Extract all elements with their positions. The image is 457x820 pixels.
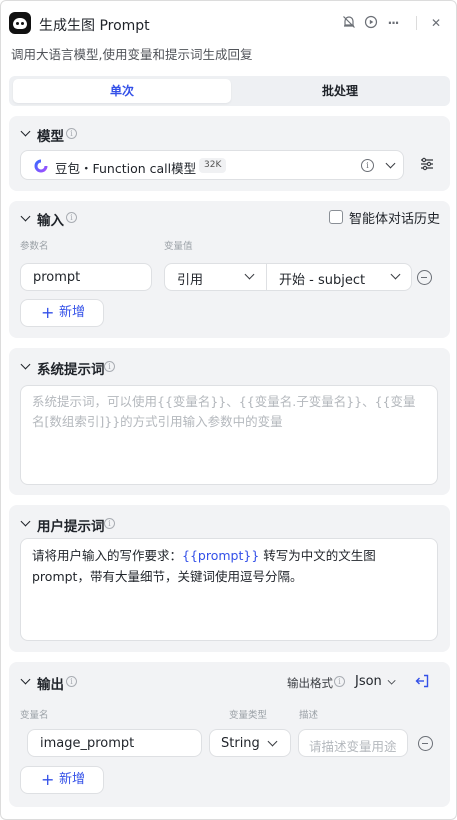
info-icon[interactable]: i xyxy=(66,212,77,223)
info-icon[interactable]: i xyxy=(334,676,345,687)
remove-param-icon[interactable] xyxy=(417,270,432,285)
output-format-select[interactable]: Json xyxy=(355,674,382,689)
system-prompt-textarea[interactable]: 系统提示词，可以使用{{变量名}}、{{变量名.子变量名}}、{{变量名[数组索… xyxy=(20,385,438,485)
ref-type-select[interactable]: 引用 xyxy=(165,264,267,290)
model-settings-icon[interactable] xyxy=(420,157,434,171)
section-title: 模型 xyxy=(37,129,64,145)
mode-tabs: 单次 批处理 xyxy=(9,76,450,106)
section-title: 输出 xyxy=(37,677,64,693)
chat-history-label[interactable]: 智能体对话历史 xyxy=(349,208,440,227)
param-name-header: 参数名 xyxy=(20,241,49,252)
import-icon[interactable] xyxy=(415,674,429,688)
var-name-header: 变量名 xyxy=(20,710,49,721)
param-value-select: 引用 开始 - subject xyxy=(164,263,412,291)
add-input-label: 新增 xyxy=(59,305,86,320)
run-icon[interactable] xyxy=(363,15,379,31)
output-var-name-input[interactable]: image_prompt xyxy=(27,729,202,757)
collapse-chevron-icon[interactable] xyxy=(21,676,31,686)
user-prompt-textarea[interactable]: 请将用户输入的写作要求：{{prompt}} 转写为中文的文生图 prompt，… xyxy=(20,538,438,641)
output-section: 输出 i 输出格式 i Json 变量名 变量类型 描述 image_promp… xyxy=(9,662,450,807)
chat-history-checkbox[interactable] xyxy=(329,210,343,224)
info-icon[interactable]: i xyxy=(66,676,77,687)
output-var-name-value: image_prompt xyxy=(40,736,135,751)
output-var-type-select[interactable]: String xyxy=(209,729,291,757)
debug-off-icon[interactable] xyxy=(341,15,357,31)
node-title[interactable]: 生成生图 Prompt xyxy=(39,15,150,35)
section-title: 系统提示词 xyxy=(37,362,105,378)
remove-output-icon[interactable] xyxy=(418,736,433,751)
info-icon[interactable]: i xyxy=(66,128,77,139)
chevron-down-icon xyxy=(392,271,400,279)
more-icon[interactable]: ··· xyxy=(385,15,401,31)
param-name-value: prompt xyxy=(33,270,81,285)
output-var-desc-input[interactable]: 请描述变量用途 xyxy=(298,729,408,757)
system-prompt-placeholder: 系统提示词，可以使用{{变量名}}、{{变量名.子变量名}}、{{变量名[数组索… xyxy=(32,394,416,429)
ref-type-value: 引用 xyxy=(177,273,204,288)
var-type-header: 变量类型 xyxy=(229,710,268,721)
llm-node-panel: 生成生图 Prompt ··· ✕ 调用大语言模型,使用变量和提示词生成回复 单… xyxy=(0,0,457,820)
model-select[interactable]: 豆包・Function call模型 32K i xyxy=(20,150,404,180)
output-format-label: 输出格式 xyxy=(287,676,333,690)
input-section: 输入 i 智能体对话历史 参数名 变量值 prompt 引用 开始 - subj… xyxy=(9,201,450,338)
prompt-variable: {{prompt}} xyxy=(182,548,260,563)
add-output-button[interactable]: + 新增 xyxy=(20,766,104,794)
chevron-down-icon xyxy=(389,678,395,684)
user-prompt-text: 请将用户输入的写作要求：{{prompt}} 转写为中文的文生图 prompt，… xyxy=(32,545,430,587)
section-title: 输入 xyxy=(37,213,64,229)
output-var-desc-placeholder: 请描述变量用途 xyxy=(309,739,397,754)
section-title: 用户提示词 xyxy=(37,519,105,535)
context-badge: 32K xyxy=(199,158,227,173)
collapse-chevron-icon[interactable] xyxy=(21,361,31,371)
add-input-button[interactable]: + 新增 xyxy=(20,299,104,327)
model-name: 豆包・Function call模型 xyxy=(55,161,197,176)
ref-value-select[interactable]: 开始 - subject xyxy=(268,264,412,290)
ref-value-text: 开始 - subject xyxy=(279,273,366,288)
node-description[interactable]: 调用大语言模型,使用变量和提示词生成回复 xyxy=(11,44,252,63)
info-icon[interactable]: i xyxy=(104,361,115,372)
collapse-chevron-icon[interactable] xyxy=(21,518,31,528)
model-info-icon[interactable]: i xyxy=(361,159,374,172)
user-prompt-section: 用户提示词 i 请将用户输入的写作要求：{{prompt}} 转写为中文的文生图… xyxy=(9,505,450,652)
output-var-type-value: String xyxy=(221,736,260,751)
var-desc-header: 描述 xyxy=(299,710,319,721)
collapse-chevron-icon[interactable] xyxy=(21,128,31,138)
model-section: 模型 i 豆包・Function call模型 32K i xyxy=(9,116,450,191)
chevron-down-icon xyxy=(246,271,254,279)
header-divider xyxy=(416,16,417,30)
info-icon[interactable]: i xyxy=(104,518,115,529)
doubao-logo-icon xyxy=(34,159,48,173)
system-prompt-section: 系统提示词 i 系统提示词，可以使用{{变量名}}、{{变量名.子变量名}}、{… xyxy=(9,348,450,495)
tab-single[interactable]: 单次 xyxy=(13,79,231,103)
chevron-down-icon xyxy=(269,738,277,746)
node-avatar-icon xyxy=(9,12,31,34)
tab-batch[interactable]: 批处理 xyxy=(231,79,449,103)
close-icon[interactable]: ✕ xyxy=(428,15,444,31)
panel-header: 生成生图 Prompt ··· ✕ 调用大语言模型,使用变量和提示词生成回复 xyxy=(1,1,456,62)
add-output-label: 新增 xyxy=(59,772,86,787)
collapse-chevron-icon[interactable] xyxy=(21,213,31,223)
plus-icon: + xyxy=(41,770,55,789)
prompt-text-part: 请将用户输入的写作要求： xyxy=(32,548,183,563)
plus-icon: + xyxy=(41,303,55,322)
param-name-input[interactable]: prompt xyxy=(20,263,152,291)
chevron-down-icon xyxy=(387,160,395,168)
param-value-header: 变量值 xyxy=(164,241,193,252)
